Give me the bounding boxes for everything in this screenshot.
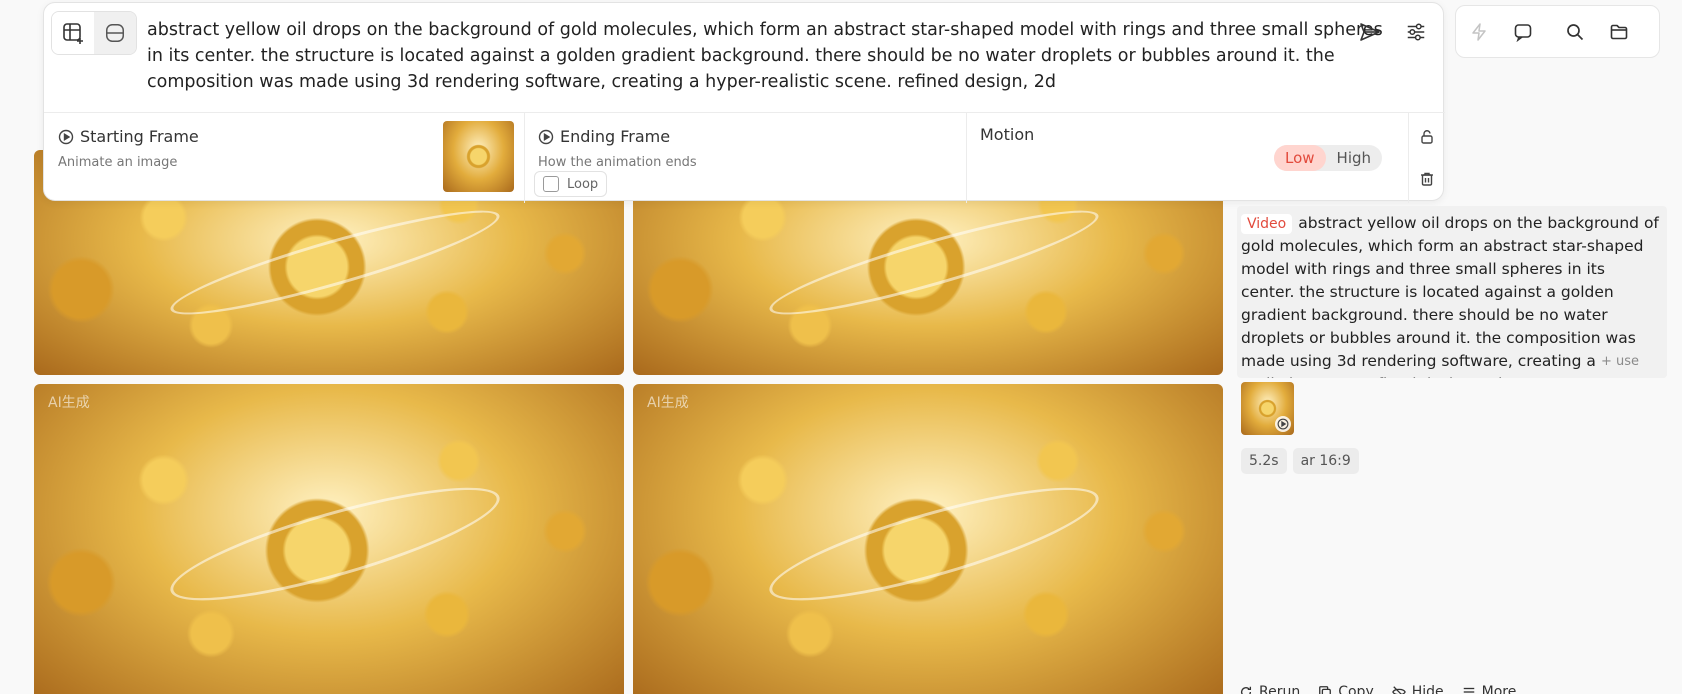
ring-shape: [760, 466, 1108, 622]
video-mode-button[interactable]: [94, 12, 136, 54]
prompt-input[interactable]: abstract yellow oil drops on the backgro…: [147, 17, 1387, 95]
send-icon: [1360, 23, 1380, 41]
mode-switch: [51, 11, 137, 55]
ending-frame-subtitle: How the animation ends: [538, 155, 697, 170]
more-button[interactable]: More: [1462, 684, 1517, 694]
play-badge: [1275, 416, 1291, 432]
search-button[interactable]: [1560, 17, 1590, 47]
sliders-icon: [1407, 23, 1425, 41]
eye-off-icon: [1391, 686, 1406, 694]
job-actions: Rerun Copy Hide More: [1239, 684, 1516, 694]
folder-button[interactable]: [1604, 17, 1634, 47]
refresh-icon: [1240, 686, 1252, 694]
starting-frame-subtitle: Animate an image: [58, 155, 178, 170]
delete-button[interactable]: [1417, 169, 1437, 189]
unlock-button[interactable]: [1417, 127, 1437, 147]
chat-icon: [1514, 23, 1532, 42]
hide-button[interactable]: Hide: [1391, 684, 1444, 694]
image-add-icon: [63, 23, 83, 44]
frame-actions: [1409, 113, 1445, 203]
image-mode-button[interactable]: [52, 12, 94, 54]
play-circle-icon: [1277, 418, 1289, 430]
ending-frame-label: Ending Frame: [560, 127, 671, 146]
starting-frame-section[interactable]: Starting Frame Animate an image: [44, 113, 525, 203]
checkbox-icon: [543, 176, 559, 192]
rerun-label: Rerun: [1259, 684, 1301, 694]
result-image-4[interactable]: AI生成: [633, 384, 1223, 694]
motion-toggle: Low High: [1274, 145, 1383, 171]
menu-icon: [1463, 687, 1474, 693]
starting-frame-title: Starting Frame: [58, 127, 199, 146]
rerun-button[interactable]: Rerun: [1239, 684, 1300, 694]
watermark: AI生成: [647, 395, 689, 411]
copy-label: Copy: [1338, 684, 1374, 694]
more-label: More: [1481, 684, 1517, 694]
folder-icon: [1610, 24, 1628, 39]
search-icon: [1567, 23, 1584, 40]
settings-button[interactable]: [1401, 17, 1431, 47]
motion-high-option[interactable]: High: [1326, 145, 1382, 171]
top-toolbar: [1455, 5, 1660, 58]
starting-frame-label: Starting Frame: [80, 127, 199, 146]
copy-button[interactable]: Copy: [1318, 684, 1374, 694]
copy-icon: [1319, 686, 1332, 694]
ending-frame-title: Ending Frame: [538, 127, 670, 146]
video-tag: Video: [1241, 214, 1293, 234]
use-text-button[interactable]: + use text: [1595, 350, 1667, 378]
unlock-icon: [1421, 130, 1433, 144]
result-image-3[interactable]: AI生成: [34, 384, 624, 694]
ring-shape: [763, 193, 1105, 332]
duration-chip[interactable]: 5.2s: [1241, 448, 1287, 474]
video-frame-icon: [106, 24, 124, 42]
motion-title: Motion: [980, 125, 1035, 144]
ring-shape: [161, 466, 509, 622]
prompt-panel: abstract yellow oil drops on the backgro…: [43, 2, 1445, 203]
play-circle-icon: [58, 129, 74, 144]
lightning-button[interactable]: [1464, 17, 1494, 47]
loop-checkbox[interactable]: Loop: [534, 171, 608, 197]
lightning-icon: [1472, 22, 1486, 41]
play-circle-icon: [538, 129, 554, 144]
aspect-ratio-chip[interactable]: ar 16:9: [1292, 448, 1359, 474]
chat-button[interactable]: [1508, 17, 1538, 47]
frame-settings-row: Starting Frame Animate an image Ending F…: [44, 112, 1445, 203]
source-image-thumbnail[interactable]: [1241, 382, 1294, 435]
motion-low-option[interactable]: Low: [1274, 145, 1326, 171]
job-description: Video abstract yellow oil drops on the ba…: [1237, 206, 1667, 378]
ending-frame-section[interactable]: Ending Frame How the animation ends Loop: [525, 113, 967, 203]
loop-label: Loop: [567, 176, 599, 192]
parameter-chips: 5.2s ar 16:9: [1241, 448, 1359, 474]
trash-icon: [1421, 172, 1433, 186]
hide-label: Hide: [1411, 684, 1444, 694]
submit-button[interactable]: [1355, 17, 1385, 47]
motion-section: Motion Low High: [967, 113, 1409, 203]
watermark: AI生成: [48, 395, 90, 411]
ring-shape: [164, 193, 506, 332]
starting-frame-thumbnail[interactable]: [443, 121, 514, 192]
